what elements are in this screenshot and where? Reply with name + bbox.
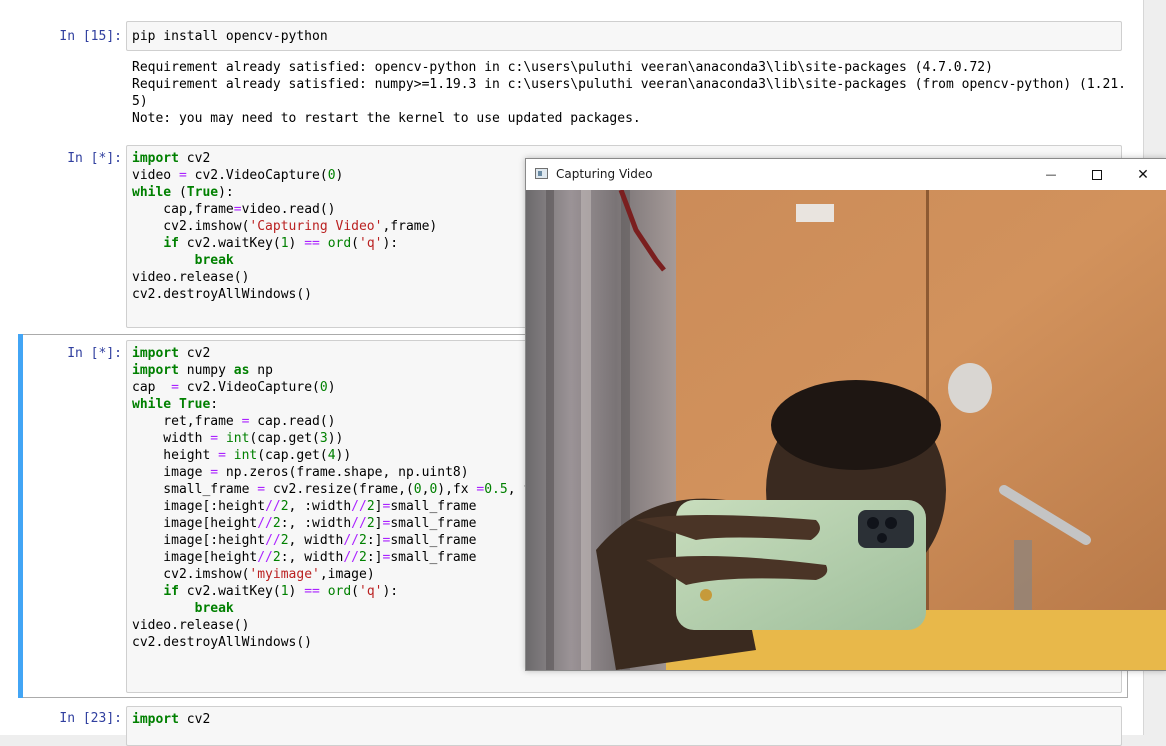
code-line: import cv2 [132, 151, 211, 166]
code-line: if cv2.waitKey(1) == ord('q'): [163, 584, 399, 599]
cell-prompt: In [*]: [67, 346, 122, 361]
code-line: import cv2 [132, 712, 211, 727]
maximize-icon [1092, 169, 1102, 180]
window-titlebar[interactable]: Capturing Video — ✕ [526, 159, 1166, 190]
minimize-button[interactable]: — [1028, 159, 1074, 190]
code-line: image[height//2:, :width//2]=small_frame [132, 516, 477, 531]
output-line: Requirement already satisfied: numpy>=1.… [132, 77, 1126, 92]
code-text: import cv2 import numpy as np cap = cv2.… [132, 345, 531, 651]
output-line: 5) [132, 94, 148, 109]
code-cell-input[interactable]: import cv2 [126, 706, 1122, 746]
selected-cell-indicator [18, 334, 23, 698]
code-line: video.release() [132, 618, 250, 633]
cell-output: Requirement already satisfied: opencv-py… [132, 59, 1126, 127]
code-line: height = int(cap.get(4)) [132, 448, 352, 463]
maximize-button[interactable] [1074, 159, 1120, 190]
close-button[interactable]: ✕ [1120, 159, 1166, 190]
code-line: while True: [132, 397, 219, 412]
video-frame [526, 190, 1166, 670]
code-text: import cv2 video = cv2.VideoCapture(0) w… [132, 150, 437, 303]
cell-prompt: In [*]: [67, 151, 122, 166]
close-icon: ✕ [1137, 166, 1149, 183]
app-icon [535, 168, 548, 179]
cell-prompt: In [23]: [59, 711, 122, 726]
code-line: cap = cv2.VideoCapture(0) [132, 380, 336, 395]
code-line: image[:height//2, :width//2]=small_frame [132, 499, 477, 514]
window-title: Capturing Video [556, 167, 653, 181]
code-line: import cv2 [132, 346, 211, 361]
code-line: video.release() [132, 270, 250, 285]
code-text: import cv2 [132, 711, 210, 728]
code-line: width = int(cap.get(3)) [132, 431, 344, 446]
code-line: cv2.imshow('myimage',image) [132, 567, 375, 582]
code-cell-input[interactable]: pip install opencv-python [126, 21, 1122, 51]
code-line: break [194, 253, 234, 268]
cell-prompt: In [15]: [59, 29, 122, 44]
code-line: small_frame = cv2.resize(frame,(0,0),fx … [132, 482, 532, 497]
code-line: cv2.imshow('Capturing Video',frame) [132, 219, 438, 234]
code-line: break [194, 601, 234, 616]
capture-video-window[interactable]: Capturing Video — ✕ [525, 158, 1166, 671]
code-line: if cv2.waitKey(1) == ord('q'): [163, 236, 399, 251]
code-line: cv2.destroyAllWindows() [132, 287, 313, 302]
code-line: image[:height//2, width//2:]=small_frame [132, 533, 477, 548]
code-line: image = np.zeros(frame.shape, np.uint8) [132, 465, 469, 480]
code-line: video = cv2.VideoCapture(0) [132, 168, 344, 183]
code-text: pip install opencv-python [132, 29, 328, 44]
output-line: Requirement already satisfied: opencv-py… [132, 60, 993, 75]
code-line: cv2.destroyAllWindows() [132, 635, 313, 650]
code-line: import numpy as np [132, 363, 273, 378]
webcam-image [526, 190, 1166, 670]
minimize-icon: — [1045, 168, 1057, 181]
code-line: ret,frame = cap.read() [132, 414, 336, 429]
code-line: cap,frame=video.read() [132, 202, 336, 217]
code-line: while (True): [132, 185, 234, 200]
output-line: Note: you may need to restart the kernel… [132, 111, 641, 126]
code-line: image[height//2:, width//2:]=small_frame [132, 550, 477, 565]
